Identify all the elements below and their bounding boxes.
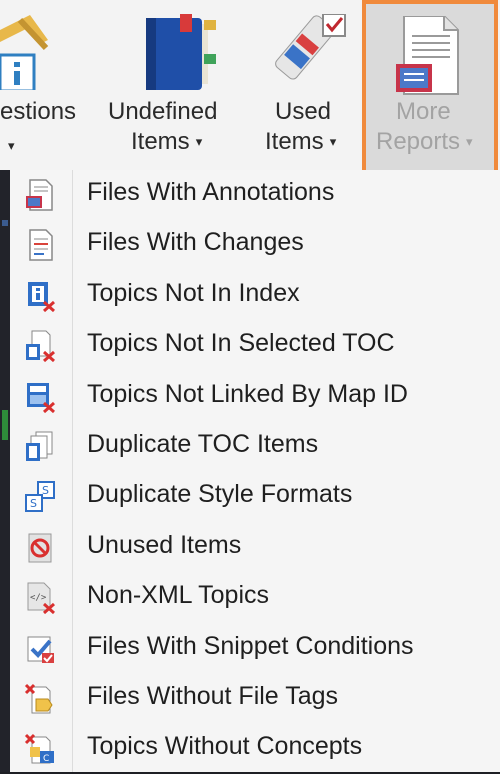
- menu-item-label: Duplicate Style Formats: [87, 480, 353, 508]
- more-reports-label-line2: Reports ▾: [376, 128, 473, 155]
- menu-item-files-with-changes[interactable]: Files With Changes: [10, 220, 500, 270]
- edge-mark: [2, 410, 8, 440]
- menu-item-label: Topics Not Linked By Map ID: [87, 380, 408, 408]
- menu-item-label: Files With Snippet Conditions: [87, 632, 414, 660]
- duplicate-toc-icon: [26, 431, 53, 461]
- undefined-items-label-line2: Items ▾: [131, 128, 203, 155]
- topic-not-in-toc-icon: [26, 330, 56, 362]
- menu-item-label: Topics Not In Index: [87, 279, 300, 307]
- ribbon-toolbar: estions ▾ Undefined Items ▾ Used Items ▾…: [0, 0, 500, 178]
- menu-item-files-with-snippet-conditions[interactable]: Files With Snippet Conditions: [10, 624, 500, 674]
- menu-item-duplicate-toc-items[interactable]: Duplicate TOC Items: [10, 422, 500, 472]
- menu-item-label: Non-XML Topics: [87, 581, 270, 609]
- menu-item-non-xml-topics[interactable]: </> Non-XML Topics: [10, 573, 500, 623]
- chevron-down-icon: ▾: [329, 134, 337, 149]
- report-document-icon: [396, 16, 459, 95]
- no-concepts-icon: C: [24, 733, 54, 764]
- non-xml-icon: </>: [27, 582, 56, 614]
- topic-not-in-index-icon: [28, 282, 56, 312]
- no-file-tags-icon: [24, 683, 53, 714]
- menu-item-label: Topics Not In Selected TOC: [87, 329, 395, 357]
- used-tags-icon: [275, 14, 346, 80]
- menu-item-files-with-annotations[interactable]: Files With Annotations: [10, 170, 500, 220]
- menu-item-unused-items[interactable]: Unused Items: [10, 523, 500, 573]
- svg-text:S: S: [30, 497, 37, 510]
- menu-item-label: Files Without File Tags: [87, 682, 339, 710]
- more-reports-button[interactable]: More Reports ▾: [362, 0, 498, 178]
- used-items-label-line2: Items ▾: [265, 128, 337, 155]
- chevron-down-icon: ▾: [195, 134, 203, 149]
- more-reports-label-line1: More: [396, 98, 451, 125]
- file-changes-icon: [29, 229, 53, 261]
- window-left-edge: [0, 170, 10, 772]
- menu-item-label: Files With Annotations: [87, 178, 335, 206]
- menu-item-topics-not-in-selected-toc[interactable]: Topics Not In Selected TOC: [10, 321, 500, 371]
- menu-item-label: Topics Without Concepts: [87, 732, 363, 760]
- undefined-items-label-line1: Undefined: [108, 98, 218, 125]
- menu-item-files-without-file-tags[interactable]: Files Without File Tags: [10, 674, 500, 724]
- used-items-button[interactable]: Used Items ▾: [255, 0, 360, 168]
- blue-book-icon: [146, 14, 216, 90]
- more-reports-dropdown-menu: Files With Annotations Files With Change…: [10, 170, 500, 772]
- snippet-conditions-icon: [27, 636, 54, 663]
- used-items-label-line1: Used: [275, 98, 332, 125]
- menu-item-topics-not-linked-by-map-id[interactable]: Topics Not Linked By Map ID: [10, 372, 500, 422]
- questions-icon: [0, 15, 49, 90]
- questions-label: estions: [0, 98, 77, 125]
- duplicate-styles-icon: S S: [25, 481, 55, 512]
- menu-item-label: Duplicate TOC Items: [87, 430, 319, 458]
- topic-not-linked-icon: [27, 383, 56, 413]
- menu-item-label: Unused Items: [87, 531, 242, 559]
- undefined-items-button[interactable]: Undefined Items ▾: [100, 0, 250, 168]
- questions-button[interactable]: estions ▾: [0, 0, 95, 168]
- chevron-down-icon: ▾: [466, 134, 473, 149]
- unused-items-icon: [28, 533, 52, 563]
- file-annotations-icon: [26, 179, 53, 211]
- menu-item-topics-not-in-index[interactable]: Topics Not In Index: [10, 271, 500, 321]
- edge-mark: [2, 220, 8, 226]
- questions-caret: ▾: [8, 138, 15, 153]
- menu-item-topics-without-concepts[interactable]: C Topics Without Concepts: [10, 724, 500, 774]
- menu-item-duplicate-style-formats[interactable]: S S Duplicate Style Formats: [10, 472, 500, 522]
- menu-item-label: Files With Changes: [87, 228, 304, 256]
- svg-text:S: S: [42, 484, 49, 497]
- svg-text:</>: </>: [30, 593, 47, 603]
- svg-text:C: C: [43, 754, 49, 764]
